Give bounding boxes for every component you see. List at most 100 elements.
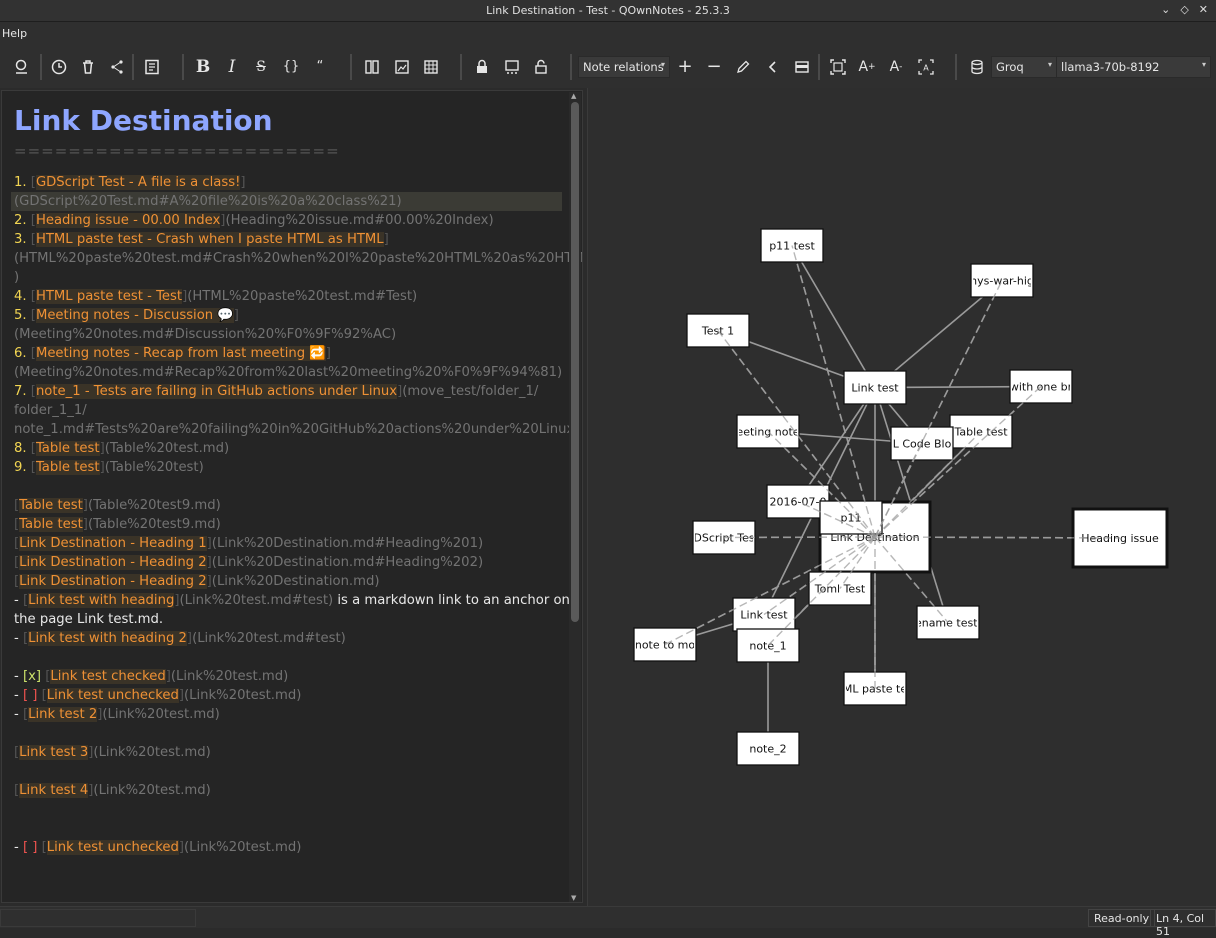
link-text[interactable]: Link test with heading xyxy=(28,593,175,608)
editor-line: [Table test](Table%20test9.md) xyxy=(14,515,562,534)
note-relations-graph[interactable]: Link Destination p11 test hys-war-hig Test … xyxy=(587,88,1216,906)
svg-text:A: A xyxy=(923,64,929,73)
editor-line: 3. [HTML paste test - Crash when I paste… xyxy=(14,230,562,249)
link-url: folder_1_1/ xyxy=(14,403,87,418)
editor-blank-line xyxy=(14,648,562,667)
history-icon[interactable] xyxy=(47,55,71,79)
code-icon[interactable]: {} xyxy=(279,55,303,79)
line-text: ] xyxy=(233,308,239,323)
editor-line: - [ ] [Link test unchecked](Link%20test.… xyxy=(14,838,562,857)
font-reset-icon[interactable]: A xyxy=(914,55,938,79)
editor-blank-line xyxy=(14,800,562,819)
trash-icon[interactable] xyxy=(76,55,100,79)
link-text[interactable]: Link test 2 xyxy=(28,707,98,722)
line-text: 6. xyxy=(14,346,31,361)
link-text[interactable]: Link test 4 xyxy=(19,783,89,798)
link-text[interactable]: Link test checked xyxy=(50,669,166,684)
graph-node-label: L Code Blo xyxy=(893,438,952,451)
link-url: (Heading%20issue.md#00.00%20Index) xyxy=(225,213,494,228)
link-text[interactable]: Link test with heading 2 xyxy=(28,631,187,646)
window-title: Link Destination - Test - QOwnNotes - 25… xyxy=(486,4,730,17)
distraction-free-icon[interactable] xyxy=(500,55,524,79)
lock-icon[interactable] xyxy=(470,55,494,79)
link-text[interactable]: Table test xyxy=(35,460,100,475)
note-body: 1. [GDScript Test - A file is a class!] (… xyxy=(11,173,582,857)
editor-line: 5. [Meeting notes - Discussion 💬] xyxy=(14,306,562,325)
line-text: 9. xyxy=(14,460,31,475)
line-text: the page Link test.md. xyxy=(14,612,164,627)
zoom-out-icon[interactable]: − xyxy=(702,55,726,79)
line-text: - xyxy=(14,631,23,646)
menu-help[interactable]: Help xyxy=(2,27,27,40)
fit-view-icon[interactable] xyxy=(826,55,850,79)
link-text[interactable]: note_1 - Tests are failing in GitHub act… xyxy=(35,384,398,399)
find-note-icon[interactable] xyxy=(10,55,34,79)
editor-line: - [Link test 2](Link%20test.md) xyxy=(14,705,562,724)
link-text[interactable]: Link Destination - Heading 2 xyxy=(19,555,207,570)
link-text[interactable]: Link Destination - Heading 1 xyxy=(19,536,207,551)
share-icon[interactable] xyxy=(105,55,129,79)
panel-icon[interactable] xyxy=(790,55,814,79)
line-text: - xyxy=(14,707,23,722)
insert-image-icon[interactable] xyxy=(390,55,414,79)
link-text[interactable]: GDScript Test - A file is a class! xyxy=(35,175,241,190)
maximize-icon[interactable]: ◇ xyxy=(1180,3,1188,16)
quote-icon[interactable]: “ xyxy=(308,55,332,79)
link-text[interactable]: Link test unchecked xyxy=(46,840,179,855)
editor-line: the page Link test.md. xyxy=(14,610,562,629)
link-text[interactable]: Table test xyxy=(35,441,100,456)
graph-node-withone[interactable]: with one br xyxy=(1009,369,1073,404)
link-url: (Meeting%20notes.md#Recap%20from%20last%… xyxy=(14,365,563,380)
graph-node-linktest[interactable]: Link test xyxy=(843,370,907,405)
editor-line: - [Link test with heading](Link%20test.m… xyxy=(14,591,570,610)
link-text[interactable]: HTML paste test - Crash when I paste HTM… xyxy=(35,232,384,247)
note-view-icon[interactable] xyxy=(140,55,164,79)
graph-node-note2[interactable]: note_2 xyxy=(736,731,800,766)
link-text[interactable]: Link test 3 xyxy=(19,745,89,760)
editor-line: 1. [GDScript Test - A file is a class!] xyxy=(14,173,562,192)
zoom-in-icon[interactable]: + xyxy=(673,55,697,79)
close-icon[interactable]: ✕ xyxy=(1199,3,1208,16)
link-text[interactable]: HTML paste test - Test xyxy=(35,289,183,304)
unlock-icon[interactable] xyxy=(529,55,553,79)
note-text-editor[interactable]: Link Destination =======================… xyxy=(1,90,583,903)
graph-node-label: ename test. xyxy=(915,617,981,630)
link-url: (Link%20Destination.md) xyxy=(211,574,380,589)
ai-backend-select[interactable]: Groq ▾ xyxy=(991,56,1057,78)
line-text: 8. xyxy=(14,441,31,456)
ai-model-select[interactable]: llama3-70b-8192 ▾ xyxy=(1056,56,1211,78)
editor-scrollbar[interactable]: ▲ ▼ xyxy=(569,92,581,902)
italic-icon[interactable]: I xyxy=(220,55,244,79)
line-text: 5. xyxy=(14,308,31,323)
editor-line: folder_1_1/ xyxy=(14,401,562,420)
link-text[interactable]: Meeting notes - Discussion 💬 xyxy=(35,308,234,323)
line-text: [ ] xyxy=(22,688,42,703)
note-relations-select[interactable]: Note relations ▾ xyxy=(578,56,670,78)
graph-node-label: hys-war-hig xyxy=(970,275,1034,288)
link-text[interactable]: Link test unchecked xyxy=(46,688,179,703)
pencil-icon[interactable] xyxy=(731,55,755,79)
relations-canvas[interactable]: Link Destinationp11 testhys-war-higTest … xyxy=(588,88,1216,906)
minimize-icon[interactable]: ⌄ xyxy=(1161,3,1170,16)
editor-line: 6. [Meeting notes - Recap from last meet… xyxy=(14,344,562,363)
link-text[interactable]: Heading issue - 00.00 Index xyxy=(35,213,221,228)
back-icon[interactable] xyxy=(761,55,785,79)
graph-node-label: Link test xyxy=(740,609,788,622)
line-text: - xyxy=(14,688,23,703)
strikeout-icon[interactable]: S xyxy=(249,55,273,79)
split-view-icon[interactable] xyxy=(360,55,384,79)
link-text[interactable]: Table test xyxy=(19,517,83,532)
link-url: (Link%20test.md) xyxy=(184,688,302,703)
editor-line: (GDScript%20Test.md#A%20file%20is%20a%20… xyxy=(11,192,562,211)
read-only-status: Read-only xyxy=(1088,909,1156,927)
insert-table-icon[interactable] xyxy=(419,55,443,79)
editor-line: note_1.md#Tests%20are%20failing%20in%20G… xyxy=(14,420,579,439)
font-decrease-icon[interactable]: A- xyxy=(884,55,908,79)
bold-icon[interactable]: B xyxy=(191,55,215,79)
link-text[interactable]: Link Destination - Heading 2 xyxy=(19,574,207,589)
scrollbar-thumb[interactable] xyxy=(571,102,579,622)
link-text[interactable]: Table test xyxy=(19,498,83,513)
link-text[interactable]: Meeting notes - Recap from last meeting … xyxy=(35,346,326,361)
font-increase-icon[interactable]: A+ xyxy=(855,55,879,79)
editor-line: (Meeting%20notes.md#Recap%20from%20last%… xyxy=(14,363,562,382)
